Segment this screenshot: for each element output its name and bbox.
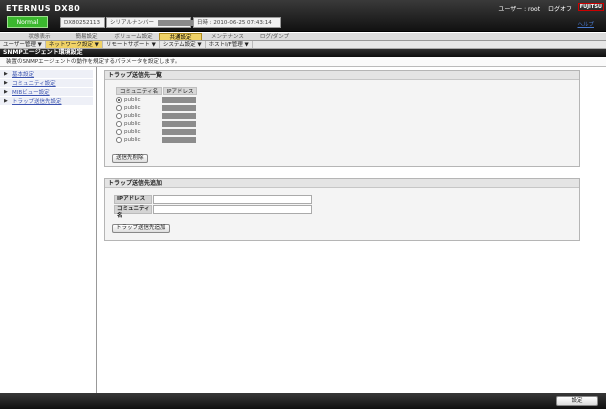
main-tabs: 状態表示 簡易設定 ボリューム設定 共通設定 メンテナンス ログ/ダンプ (0, 33, 606, 41)
ip-address-masked (162, 113, 196, 119)
community-name: public (124, 129, 141, 135)
submenu-remote-support[interactable]: リモートサポート ▼ (103, 41, 160, 48)
app-title: ETERNUS DX80 (6, 4, 81, 13)
column-header-community: コミュニティ名 (116, 87, 162, 95)
sidebar-item-community[interactable]: ▶ コミュニティ設定 (0, 79, 93, 87)
delete-destination-button[interactable]: 送信先削除 (112, 154, 148, 163)
help-link[interactable]: ヘルプ (577, 20, 594, 28)
ip-address-masked (162, 105, 196, 111)
ip-address-masked (162, 97, 196, 103)
user-label: ユーザー : root (498, 6, 541, 13)
footer-bar: 設定 (0, 393, 606, 409)
list-item[interactable]: public (116, 97, 196, 103)
trap-destination-list-panel: トラップ送信先一覧 コミュニティ名 IPアドレス public public p… (104, 70, 580, 167)
list-item[interactable]: public (116, 105, 196, 111)
column-header-ip: IPアドレス (163, 87, 197, 95)
serial-label: シリアルナンバー (110, 20, 154, 26)
chevron-right-icon: ▶ (4, 80, 8, 86)
apply-button[interactable]: 設定 (556, 396, 598, 406)
serial-value-masked (157, 19, 196, 26)
tab-common-settings[interactable]: 共通設定 (159, 33, 202, 41)
user-area: ユーザー : root ログオフ (492, 4, 572, 13)
radio-button[interactable] (116, 113, 122, 119)
ip-address-masked (162, 129, 196, 135)
add-trap-destination-button[interactable]: トラップ送信先追加 (112, 224, 170, 233)
radio-button[interactable] (116, 129, 122, 135)
tab-easy-setup[interactable]: 簡易設定 (65, 33, 108, 40)
sidebar-item-basic[interactable]: ▶ 基本設定 (0, 70, 93, 78)
serial-number-box: シリアルナンバー (106, 17, 196, 28)
panel-title: トラップ送信先一覧 (105, 71, 579, 80)
tab-status[interactable]: 状態表示 (18, 33, 61, 40)
tab-volume-settings[interactable]: ボリューム設定 (112, 33, 155, 40)
logout-link[interactable]: ログオフ (548, 6, 572, 13)
community-name: public (124, 97, 141, 103)
community-name-row: コミュニティ名 (114, 205, 312, 219)
community-name: public (124, 137, 141, 143)
community-name-label: コミュニティ名 (114, 205, 152, 219)
chevron-right-icon: ▶ (4, 89, 8, 95)
submenu-user-management[interactable]: ユーザー管理 ▼ (0, 41, 46, 48)
sidebar-item-label[interactable]: MIBビュー設定 (12, 88, 50, 96)
list-item[interactable]: public (116, 121, 196, 127)
sidebar-item-trap-destination[interactable]: ▶ トラップ送信先設定 (0, 97, 93, 105)
submenu-network-settings[interactable]: ネットワーク設定 ▼ (45, 41, 103, 48)
fujitsu-logo: FUJITSU (577, 3, 604, 11)
radio-button[interactable] (116, 105, 122, 111)
device-id: DX80252113 (60, 17, 105, 28)
sub-menu: ユーザー管理 ▼ ネットワーク設定 ▼ リモートサポート ▼ システム設定 ▼ … (0, 41, 606, 49)
sidebar-item-label[interactable]: トラップ送信先設定 (12, 97, 62, 105)
ip-address-masked (162, 137, 196, 143)
tab-maintenance[interactable]: メンテナンス (206, 33, 249, 40)
list-header: コミュニティ名 IPアドレス (116, 87, 198, 95)
status-indicator[interactable]: Normal (7, 16, 48, 28)
community-name-input[interactable] (153, 205, 312, 214)
ip-address-label: IPアドレス (114, 195, 152, 204)
datetime-box: 日時 : 2010-06-25 07:43:14 (193, 17, 281, 28)
sidebar: ▶ 基本設定 ▶ コミュニティ設定 ▶ MIBビュー設定 ▶ トラップ送信先設定 (0, 67, 97, 393)
radio-button[interactable] (116, 97, 122, 103)
list-item[interactable]: public (116, 137, 196, 143)
panel-title: トラップ送信先追加 (105, 179, 579, 188)
trap-destination-add-panel: トラップ送信先追加 IPアドレス コミュニティ名 トラップ送信先追加 (104, 178, 580, 241)
submenu-system-settings[interactable]: システム設定 ▼ (160, 41, 206, 48)
ip-address-input[interactable] (153, 195, 312, 204)
page-title: SNMPエージェント環境設定 (0, 49, 606, 57)
ip-address-row: IPアドレス (114, 195, 312, 204)
page-description: 装置のSNMPエージェントの動作を規定するパラメータを設定します。 (0, 57, 606, 67)
chevron-right-icon: ▶ (4, 71, 8, 77)
sidebar-item-label[interactable]: コミュニティ設定 (12, 79, 56, 87)
sidebar-item-label[interactable]: 基本設定 (12, 70, 34, 78)
radio-button[interactable] (116, 121, 122, 127)
community-name: public (124, 105, 141, 111)
tab-log-dump[interactable]: ログ/ダンプ (253, 33, 296, 40)
submenu-host-if-management[interactable]: ホストI/F管理 ▼ (206, 41, 253, 48)
top-header: ETERNUS DX80 Normal DX80252113 シリアルナンバー … (0, 0, 606, 32)
sidebar-item-mib-view[interactable]: ▶ MIBビュー設定 (0, 88, 93, 96)
list-item[interactable]: public (116, 113, 196, 119)
community-name: public (124, 121, 141, 127)
chevron-right-icon: ▶ (4, 98, 8, 104)
radio-button[interactable] (116, 137, 122, 143)
community-name: public (124, 113, 141, 119)
list-item[interactable]: public (116, 129, 196, 135)
ip-address-masked (162, 121, 196, 127)
